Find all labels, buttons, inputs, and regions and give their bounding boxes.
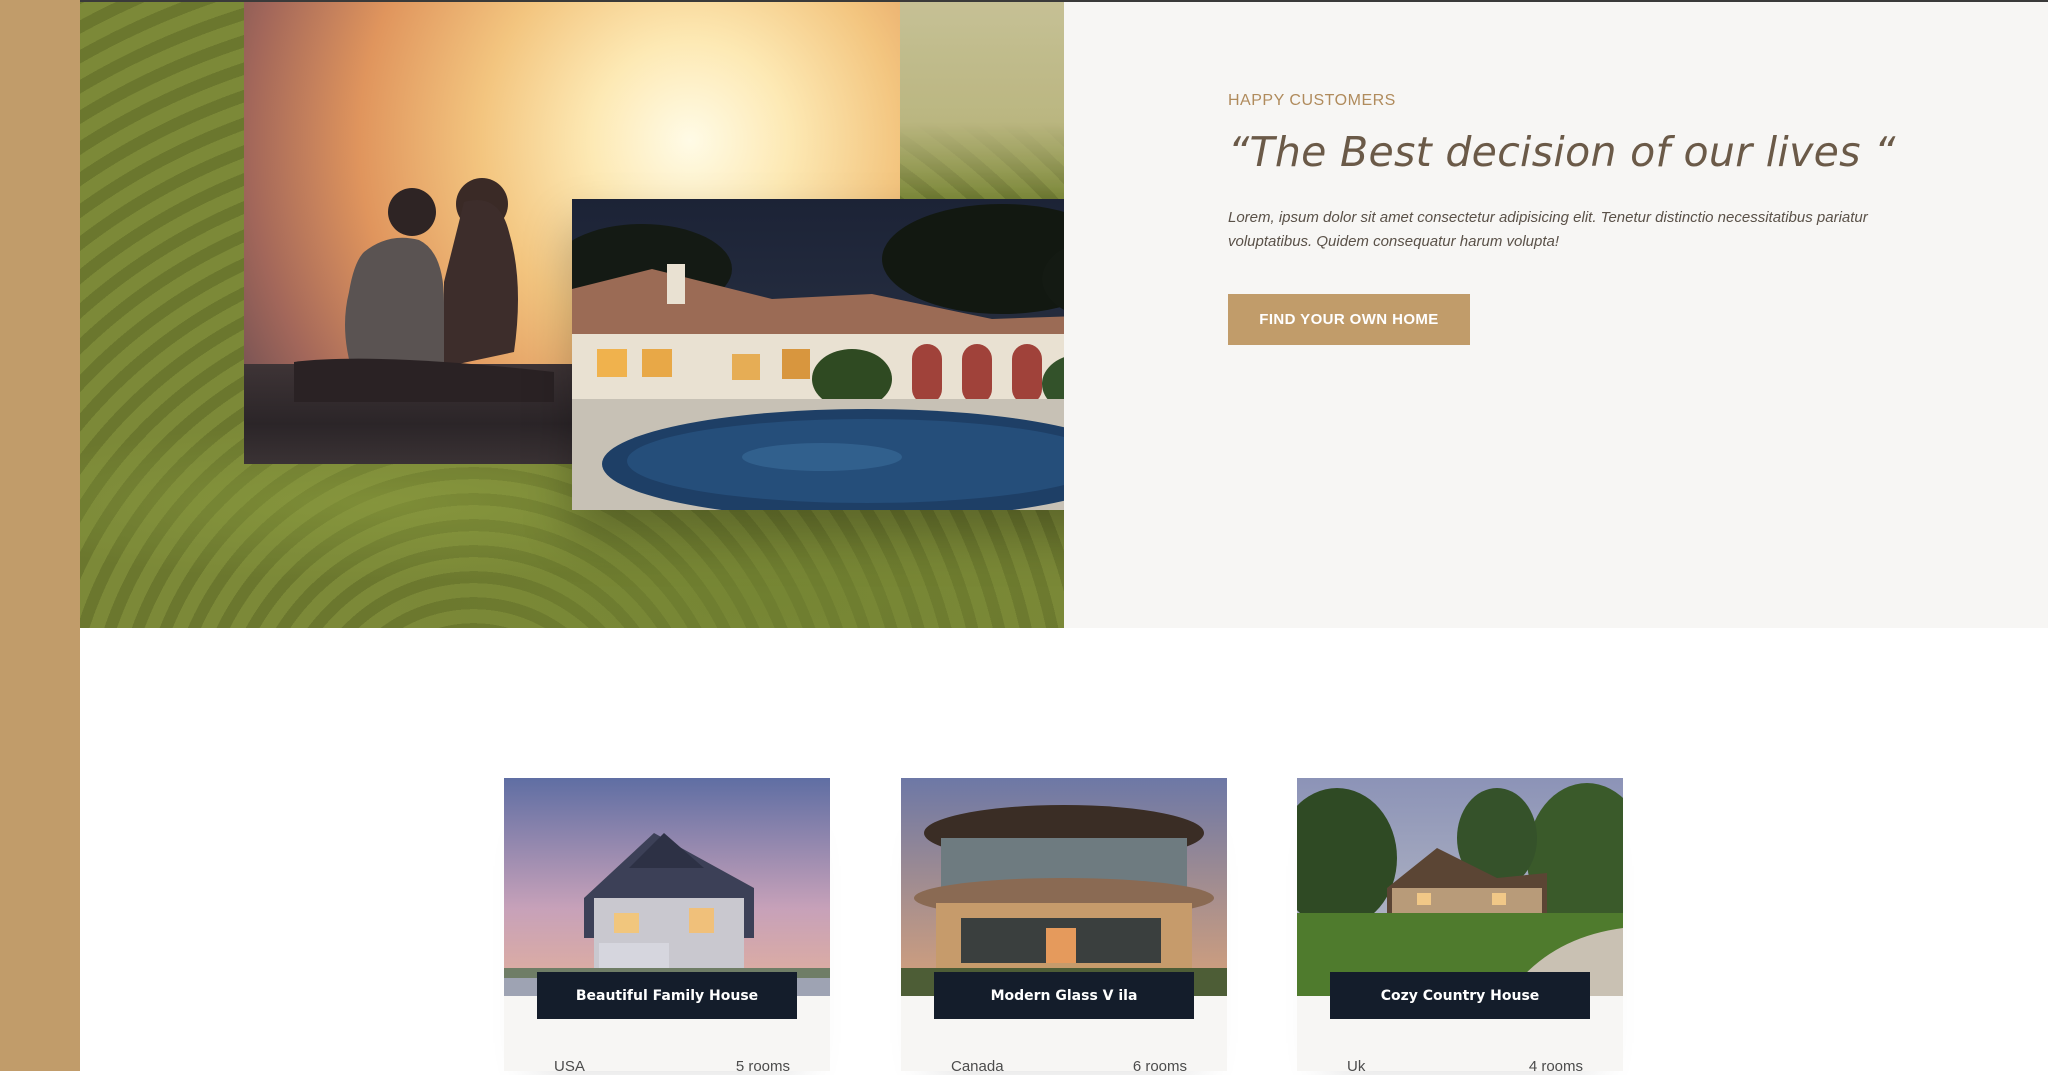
sidebar-accent-strip <box>0 0 80 1071</box>
property-rooms: 5 rooms <box>735 1058 790 1075</box>
property-country: Uk <box>1347 1058 1366 1075</box>
property-photo <box>504 778 830 996</box>
property-country: Canada <box>951 1058 1004 1075</box>
property-title[interactable]: Beautiful Family House <box>537 972 797 1019</box>
property-title[interactable]: Modern Glass V ila <box>934 972 1194 1019</box>
property-photo <box>1297 778 1623 996</box>
testimonial-panel <box>1064 2 2048 628</box>
testimonial-text: Lorem, ipsum dolor sit amet consectetur … <box>1228 209 1868 250</box>
property-rooms: 6 rooms <box>1132 1058 1187 1075</box>
property-country: USA <box>554 1058 585 1075</box>
find-home-button[interactable]: FIND YOUR OWN HOME <box>1228 294 1470 345</box>
testimonial-quote: “The Best decision of our lives “ <box>1228 128 1896 176</box>
property-photo <box>901 778 1227 996</box>
pool-villa-photo <box>572 199 1138 510</box>
property-rooms: 4 rooms <box>1528 1058 1583 1075</box>
property-card[interactable]: Modern Glass V ila Canada 6 rooms <box>901 778 1227 1075</box>
section-eyebrow: HAPPY CUSTOMERS <box>1228 92 1396 109</box>
couple-silhouette <box>294 178 554 402</box>
property-card[interactable]: Beautiful Family House USA 5 rooms <box>504 778 830 1075</box>
property-title[interactable]: Cozy Country House <box>1330 972 1590 1019</box>
property-card[interactable]: Cozy Country House Uk 4 rooms <box>1297 778 1623 1075</box>
